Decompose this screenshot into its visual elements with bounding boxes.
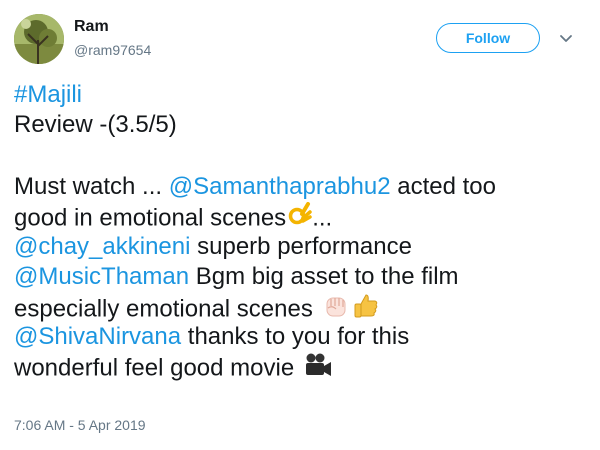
tweet-text: #Majili Review -(3.5/5) Must watch ... @…	[14, 80, 590, 382]
text-segment: ...	[312, 204, 333, 232]
tweet-header: Ram @ram97654 Follow	[14, 14, 586, 70]
follow-button[interactable]: Follow	[436, 23, 540, 53]
text-segment: especially emotional scenes	[14, 295, 320, 323]
ok-hand-icon	[288, 202, 312, 236]
avatar[interactable]	[14, 14, 64, 64]
text-segment: wonderful feel good movie	[14, 354, 301, 382]
user-name[interactable]: Ram	[74, 18, 109, 36]
hashtag-link[interactable]: #Majili	[14, 81, 82, 108]
tweet-timestamp[interactable]: 7:06 AM - 5 Apr 2019	[14, 417, 146, 433]
movie-camera-icon	[303, 352, 333, 386]
user-handle[interactable]: @ram97654	[74, 42, 151, 58]
mention-samanthaprabhu2[interactable]: @Samanthaprabhu2	[169, 173, 391, 200]
mention-musicthaman[interactable]: @MusicThaman	[14, 263, 189, 290]
mention-chay-akkineni[interactable]: @chay_akkineni	[14, 233, 190, 260]
text-segment: acted too	[390, 173, 496, 200]
review-line: Review -(3.5/5)	[14, 111, 177, 138]
text-segment: good in emotional scenes	[14, 204, 287, 232]
mention-shivanirvana[interactable]: @ShivaNirvana	[14, 323, 181, 350]
chevron-down-icon[interactable]	[556, 28, 576, 48]
text-segment: Must watch ...	[14, 173, 169, 200]
text-segment: superb performance	[190, 233, 412, 260]
text-segment: Bgm big asset to the film	[189, 263, 459, 290]
text-segment: thanks to you for this	[181, 323, 410, 350]
